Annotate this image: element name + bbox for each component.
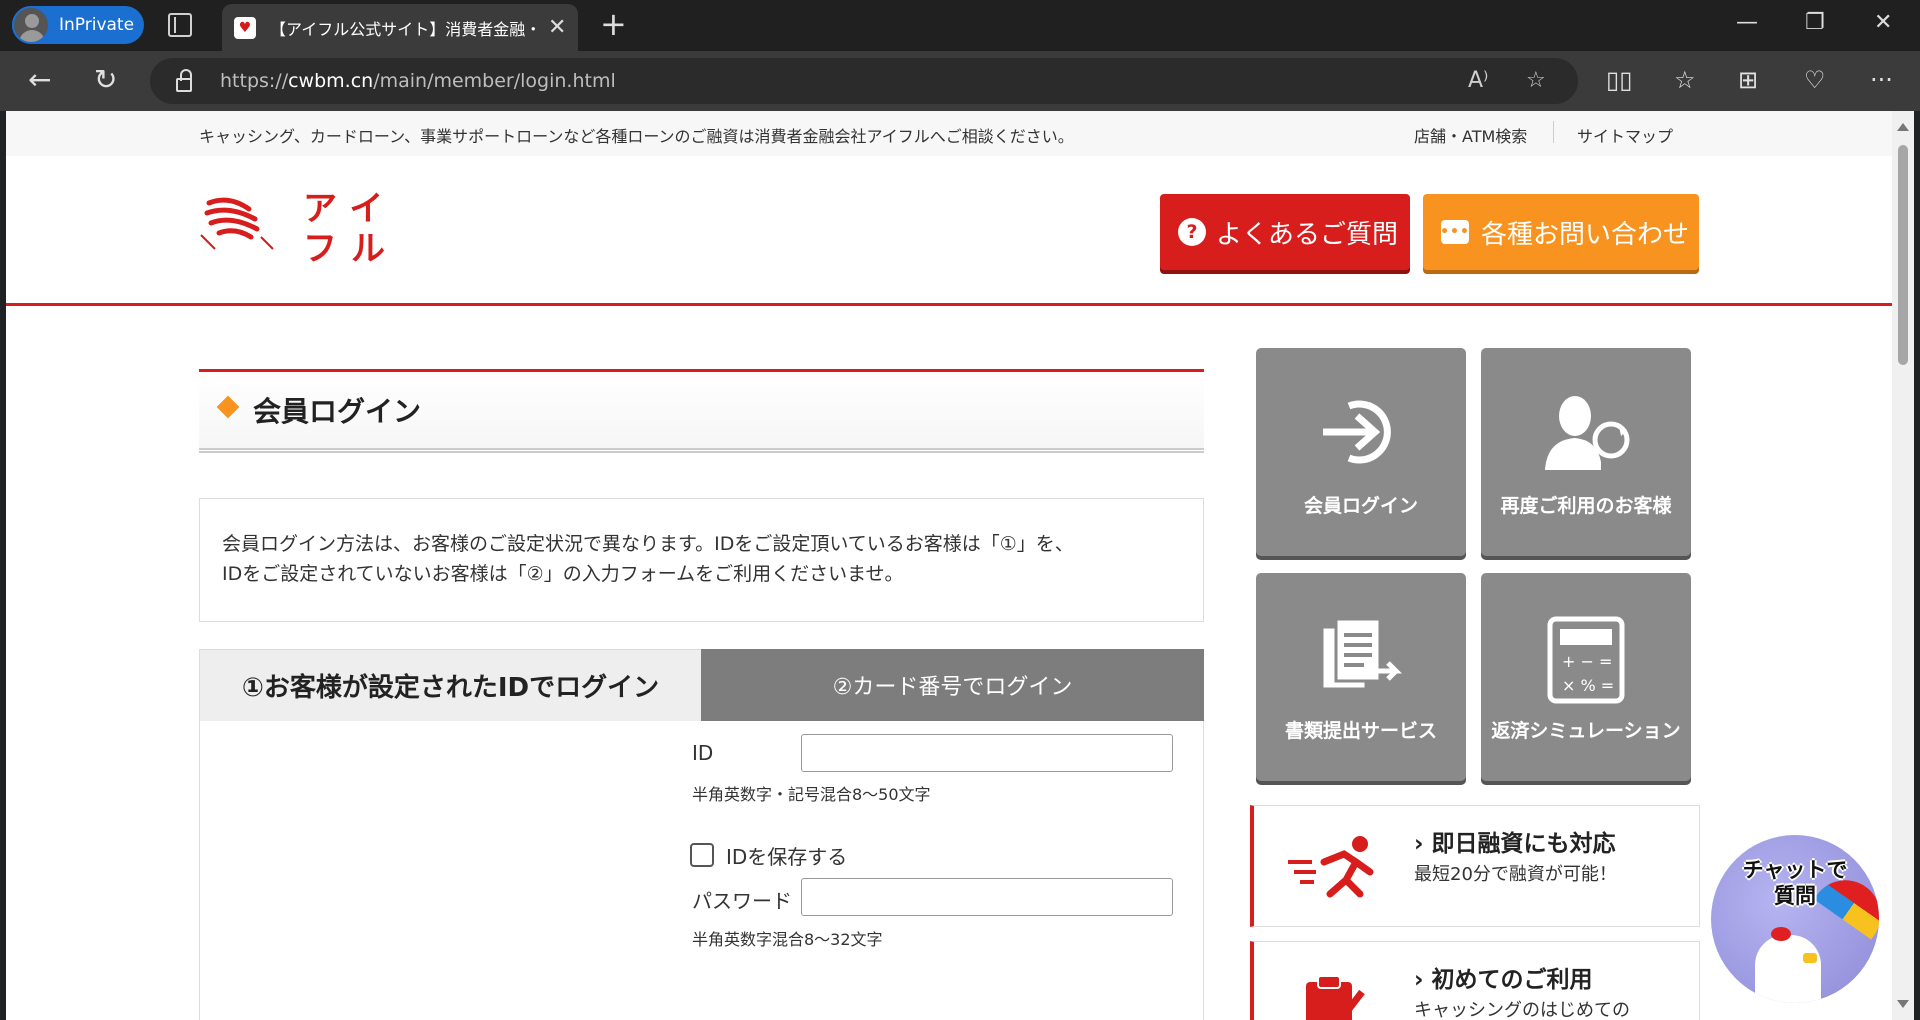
save-id-label[interactable]: IDを保存する	[726, 841, 847, 870]
question-icon: ?	[1178, 218, 1206, 246]
tab-id-login[interactable]: ①お客様が設定されたIDでログイン	[199, 649, 701, 721]
chat-bubble-icon: •••	[1440, 220, 1469, 244]
scroll-up-icon[interactable]	[1897, 123, 1909, 131]
restore-icon[interactable]: ❐	[1805, 10, 1825, 35]
layers-icon	[217, 398, 241, 422]
login-method-tabs: ①お客様が設定されたIDでログイン ②カード番号でログイン	[199, 649, 1204, 721]
login-arrow-icon	[1323, 400, 1391, 464]
inprivate-badge[interactable]: InPrivate	[12, 6, 144, 44]
tab-card-login[interactable]: ②カード番号でログイン	[701, 649, 1204, 721]
inprivate-label: InPrivate	[59, 15, 135, 35]
page-title-bar: 会員ログイン	[199, 369, 1204, 453]
aiful-logo[interactable]: アイフル	[199, 189, 399, 271]
faq-button[interactable]: ? よくあるご質問	[1160, 194, 1410, 270]
faq-label: よくあるご質問	[1216, 219, 1399, 250]
site-header: アイフル ? よくあるご質問 ••• 各種お問い合わせ	[6, 156, 1892, 306]
document-submit-icon	[1320, 617, 1403, 691]
tile-document-submit[interactable]: 書類提出サービス	[1256, 573, 1466, 781]
favorite-star-icon[interactable]: ☆	[1526, 68, 1546, 93]
tile-label: 再度ご利用のお客様	[1500, 495, 1672, 517]
mascot-beak	[1803, 953, 1817, 963]
info-line-2: IDをご設定されていないお客様は「②」の入力フォームをご利用くださいませ。	[222, 563, 904, 585]
top-notice: キャッシング、カードローン、事業サポートローンなど各種ローンのご融資は消費者金融…	[199, 127, 1074, 146]
svg-text:× % =: × % =	[1562, 676, 1614, 695]
tile-returning-customer[interactable]: 再度ご利用のお客様	[1481, 348, 1691, 556]
browser-tab-active[interactable]: ♥ 【アイフル公式サイト】消費者金融・キャッシング ✕	[222, 4, 578, 51]
save-id-checkbox[interactable]	[690, 843, 714, 867]
tile-label: 返済シミュレーション	[1491, 720, 1681, 742]
feature-same-day-loan[interactable]: › 即日融資にも対応 最短20分で融資が可能！	[1250, 805, 1700, 927]
password-input[interactable]	[801, 878, 1173, 916]
page-viewport: キャッシング、カードローン、事業サポートローンなど各種ローンのご融資は消費者金融…	[6, 111, 1892, 1020]
chat-support-button[interactable]: チャットで 質問	[1711, 835, 1879, 1003]
refresh-icon[interactable]: ↻	[94, 65, 117, 95]
login-info-box: 会員ログイン方法は、お客様のご設定状況で異なります。IDをご設定頂いているお客様…	[199, 498, 1204, 622]
profile-avatar	[12, 6, 50, 44]
tile-repayment-simulation[interactable]: + − = × % = 返済シミュレーション	[1481, 573, 1691, 781]
feature-heading: › 初めてのご利用	[1414, 967, 1593, 993]
contact-label: 各種お問い合わせ	[1481, 219, 1690, 250]
scroll-down-icon[interactable]	[1897, 1000, 1909, 1008]
page-title: 会員ログイン	[253, 395, 422, 428]
tile-member-login[interactable]: 会員ログイン	[1256, 348, 1466, 556]
calculator-icon: + − = × % =	[1547, 616, 1625, 704]
id-label: ID	[692, 741, 714, 765]
url-text: https://cwbm.cn/main/member/login.html	[220, 70, 616, 92]
browser-toolbar: ← ↻ https://cwbm.cn/main/member/login.ht…	[0, 51, 1920, 111]
scrollbar-thumb[interactable]	[1898, 145, 1908, 365]
returning-user-icon	[1545, 396, 1630, 470]
lock-icon[interactable]	[176, 69, 192, 92]
id-hint: 半角英数字・記号混合8～50文字	[692, 785, 931, 804]
window-edge	[1914, 111, 1920, 1020]
page-scrollbar[interactable]	[1892, 111, 1914, 1020]
tab-title: 【アイフル公式サイト】消費者金融・キャッシング	[270, 19, 540, 39]
more-menu-icon[interactable]: ···	[1870, 65, 1893, 95]
mascot-bird-icon	[1755, 935, 1821, 1003]
mascot-comb	[1771, 927, 1791, 941]
window-close-icon[interactable]: ✕	[1874, 10, 1892, 35]
password-hint: 半角英数字混合8～32文字	[692, 930, 883, 949]
split-screen-icon[interactable]: ▯▯	[1606, 65, 1632, 95]
id-login-form: ID 半角英数字・記号混合8～50文字 IDを保存する パスワード 半角英数字混…	[199, 721, 1204, 1020]
browser-titlebar: InPrivate ♥ 【アイフル公式サイト】消費者金融・キャッシング ✕ + …	[0, 0, 1920, 51]
tab-close-icon[interactable]: ✕	[548, 15, 566, 40]
tab-actions-icon[interactable]	[168, 13, 192, 37]
favorites-icon[interactable]: ☆	[1674, 65, 1696, 95]
store-atm-search-link[interactable]: 店舗・ATM検索	[1414, 123, 1527, 147]
feature-heading: › 即日融資にも対応	[1414, 831, 1616, 857]
top-info-strip: キャッシング、カードローン、事業サポートローンなど各種ローンのご融資は消費者金融…	[6, 111, 1892, 156]
svg-text:+ − =: + − =	[1562, 652, 1612, 671]
collections-icon[interactable]: ⊞	[1738, 65, 1758, 95]
logo-text: アイフル	[303, 189, 399, 269]
running-person-icon	[1288, 836, 1374, 898]
heart-logo-icon	[200, 197, 274, 250]
feature-subtext: 最短20分で融資が可能！	[1414, 864, 1617, 885]
new-tab-icon[interactable]: +	[600, 8, 627, 40]
top-link-divider	[1553, 121, 1554, 143]
chat-label: チャットで 質問	[1742, 858, 1848, 908]
feature-first-time[interactable]: › 初めてのご利用 キャッシングのはじめての	[1250, 941, 1700, 1020]
address-bar[interactable]: https://cwbm.cn/main/member/login.html A…	[150, 58, 1578, 104]
read-aloud-icon[interactable]: A⁾	[1468, 68, 1488, 93]
clipboard-icon	[1306, 975, 1365, 1020]
info-line-1: 会員ログイン方法は、お客様のご設定状況で異なります。IDをご設定頂いているお客様…	[222, 533, 1074, 555]
tile-label: 会員ログイン	[1303, 495, 1418, 517]
id-input[interactable]	[801, 734, 1173, 772]
browser-essentials-icon[interactable]: ♡	[1804, 65, 1826, 95]
minimize-icon[interactable]: —	[1736, 10, 1758, 35]
feature-subtext: キャッシングのはじめての	[1414, 1000, 1630, 1020]
contact-button[interactable]: ••• 各種お問い合わせ	[1423, 194, 1699, 270]
tile-label: 書類提出サービス	[1284, 720, 1437, 742]
back-icon[interactable]: ←	[28, 65, 51, 95]
password-label: パスワード	[692, 889, 792, 913]
favicon-icon: ♥	[234, 16, 256, 39]
sitemap-link[interactable]: サイトマップ	[1577, 123, 1673, 147]
